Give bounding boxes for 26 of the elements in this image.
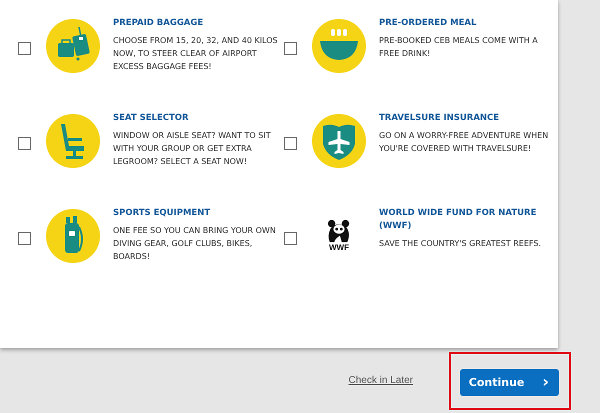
check-in-later-link[interactable]: Check in Later	[348, 375, 413, 386]
addon-title: SEAT SELECTOR	[113, 112, 190, 125]
addon-title: PRE-ORDERED MEAL	[379, 17, 478, 30]
addon-description: SAVE THE COUNTRY'S GREATEST REEFS.	[379, 238, 542, 250]
checkbox[interactable]	[18, 42, 31, 55]
addon-description: WINDOW OR AISLE SEAT? WANT TO SIT WITH YOUR GROUP OR GET EXTRA LEGROOM? SELECT A SEAT NOW!	[113, 130, 272, 168]
golf-bag-icon	[46, 209, 100, 263]
addon-description: PRE-BOOKED CEB MEALS COME WITH A FREE DRINK!	[379, 35, 539, 60]
shield-plane-icon	[312, 114, 366, 168]
addon-description: CHOOSE FROM 15, 20, 32, AND 40 KILOS NOW, TO STEER CLEAR OF AIRPORT EXCESS BAGGAGE FEES!	[113, 35, 279, 73]
addon-title: TRAVELSURE INSURANCE	[379, 112, 500, 125]
addon-description: ONE FEE SO YOU CAN BRING YOUR OWN DIVING GEAR, GOLF CLUBS, BIKES, BOARDS!	[113, 225, 277, 263]
continue-button[interactable]: Continue ›	[460, 368, 559, 396]
checkbox[interactable]	[284, 232, 297, 245]
addon-title: WORLD WIDE FUND FOR NATURE (WWF)	[379, 207, 538, 233]
checkbox[interactable]	[284, 42, 297, 55]
addon-title: SPORTS EQUIPMENT	[113, 207, 212, 220]
addon-description: GO ON A WORRY-FREE ADVENTURE WHEN YOU'RE COVERED WITH TRAVELSURE!	[379, 130, 549, 155]
checkbox[interactable]	[18, 232, 31, 245]
seat-icon	[46, 114, 100, 168]
checkbox[interactable]	[284, 137, 297, 150]
logo-text: WWF	[329, 243, 349, 253]
checkbox[interactable]	[18, 137, 31, 150]
addon-title: PREPAID BAGGAGE	[113, 17, 204, 30]
luggage-icon	[46, 19, 100, 73]
bowl-icon	[312, 19, 366, 73]
